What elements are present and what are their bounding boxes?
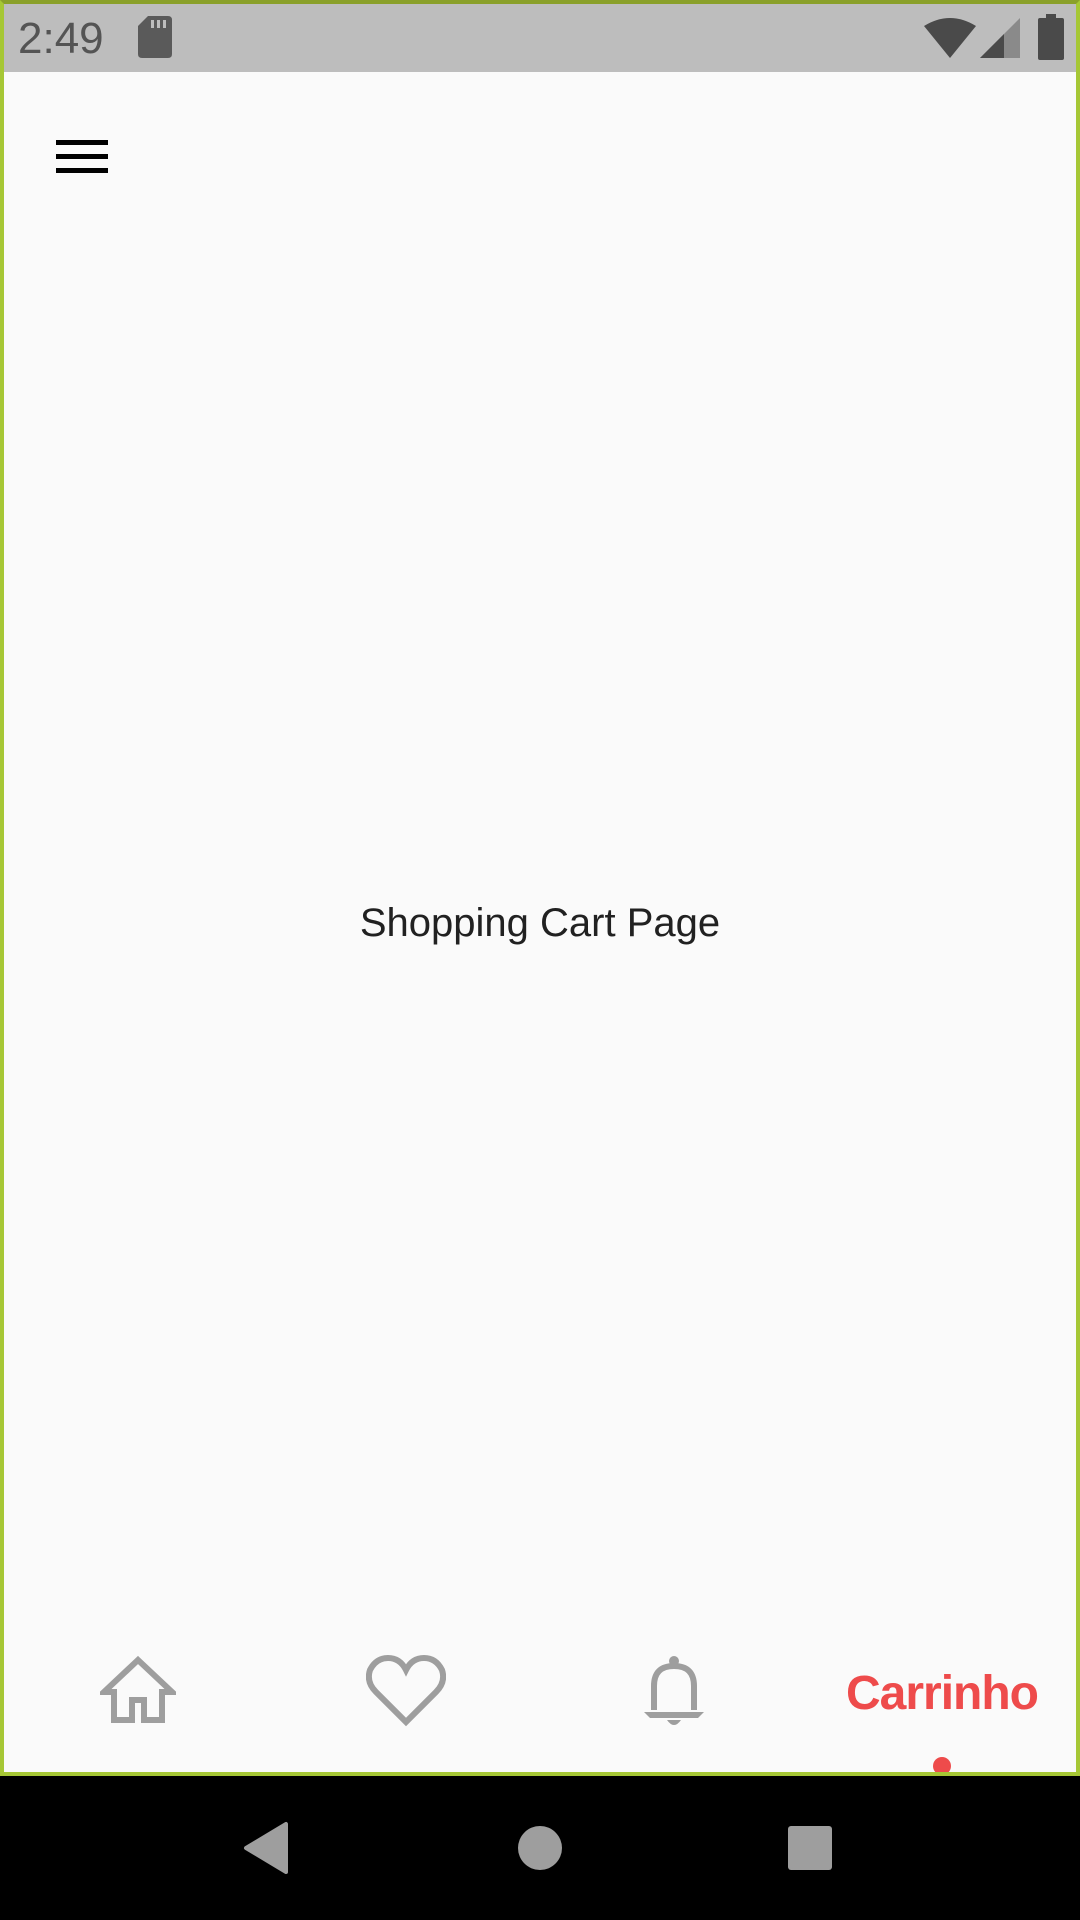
home-circle-icon (518, 1826, 562, 1870)
battery-icon (1038, 14, 1064, 60)
system-navigation-bar (0, 1776, 1080, 1920)
nav-item-home[interactable] (4, 1624, 272, 1772)
system-home-button[interactable] (490, 1776, 590, 1920)
nav-item-favorites[interactable] (272, 1624, 540, 1772)
wifi-icon (924, 18, 976, 58)
hamburger-menu-button[interactable] (50, 132, 110, 182)
app-window: 2:49 Shopping Cart Page Carrinho (0, 0, 1080, 1776)
system-back-button[interactable] (220, 1776, 320, 1920)
recents-icon (788, 1826, 832, 1870)
status-bar: 2:49 (4, 4, 1076, 72)
back-icon (244, 1822, 288, 1874)
home-icon (100, 1655, 176, 1723)
system-recents-button[interactable] (760, 1776, 860, 1920)
nav-label-cart: Carrinho (845, 1667, 1039, 1720)
bell-icon (644, 1656, 704, 1725)
status-time: 2:49 (18, 14, 104, 63)
nav-item-cart[interactable]: Carrinho (808, 1624, 1076, 1772)
active-indicator-dot (933, 1757, 951, 1772)
page-title: Shopping Cart Page (359, 901, 721, 945)
nav-item-notifications[interactable] (540, 1624, 808, 1772)
bottom-navigation: Carrinho (4, 1624, 1076, 1772)
sd-card-icon (138, 16, 172, 58)
cellular-signal-icon (980, 18, 1020, 58)
heart-icon (366, 1654, 446, 1727)
